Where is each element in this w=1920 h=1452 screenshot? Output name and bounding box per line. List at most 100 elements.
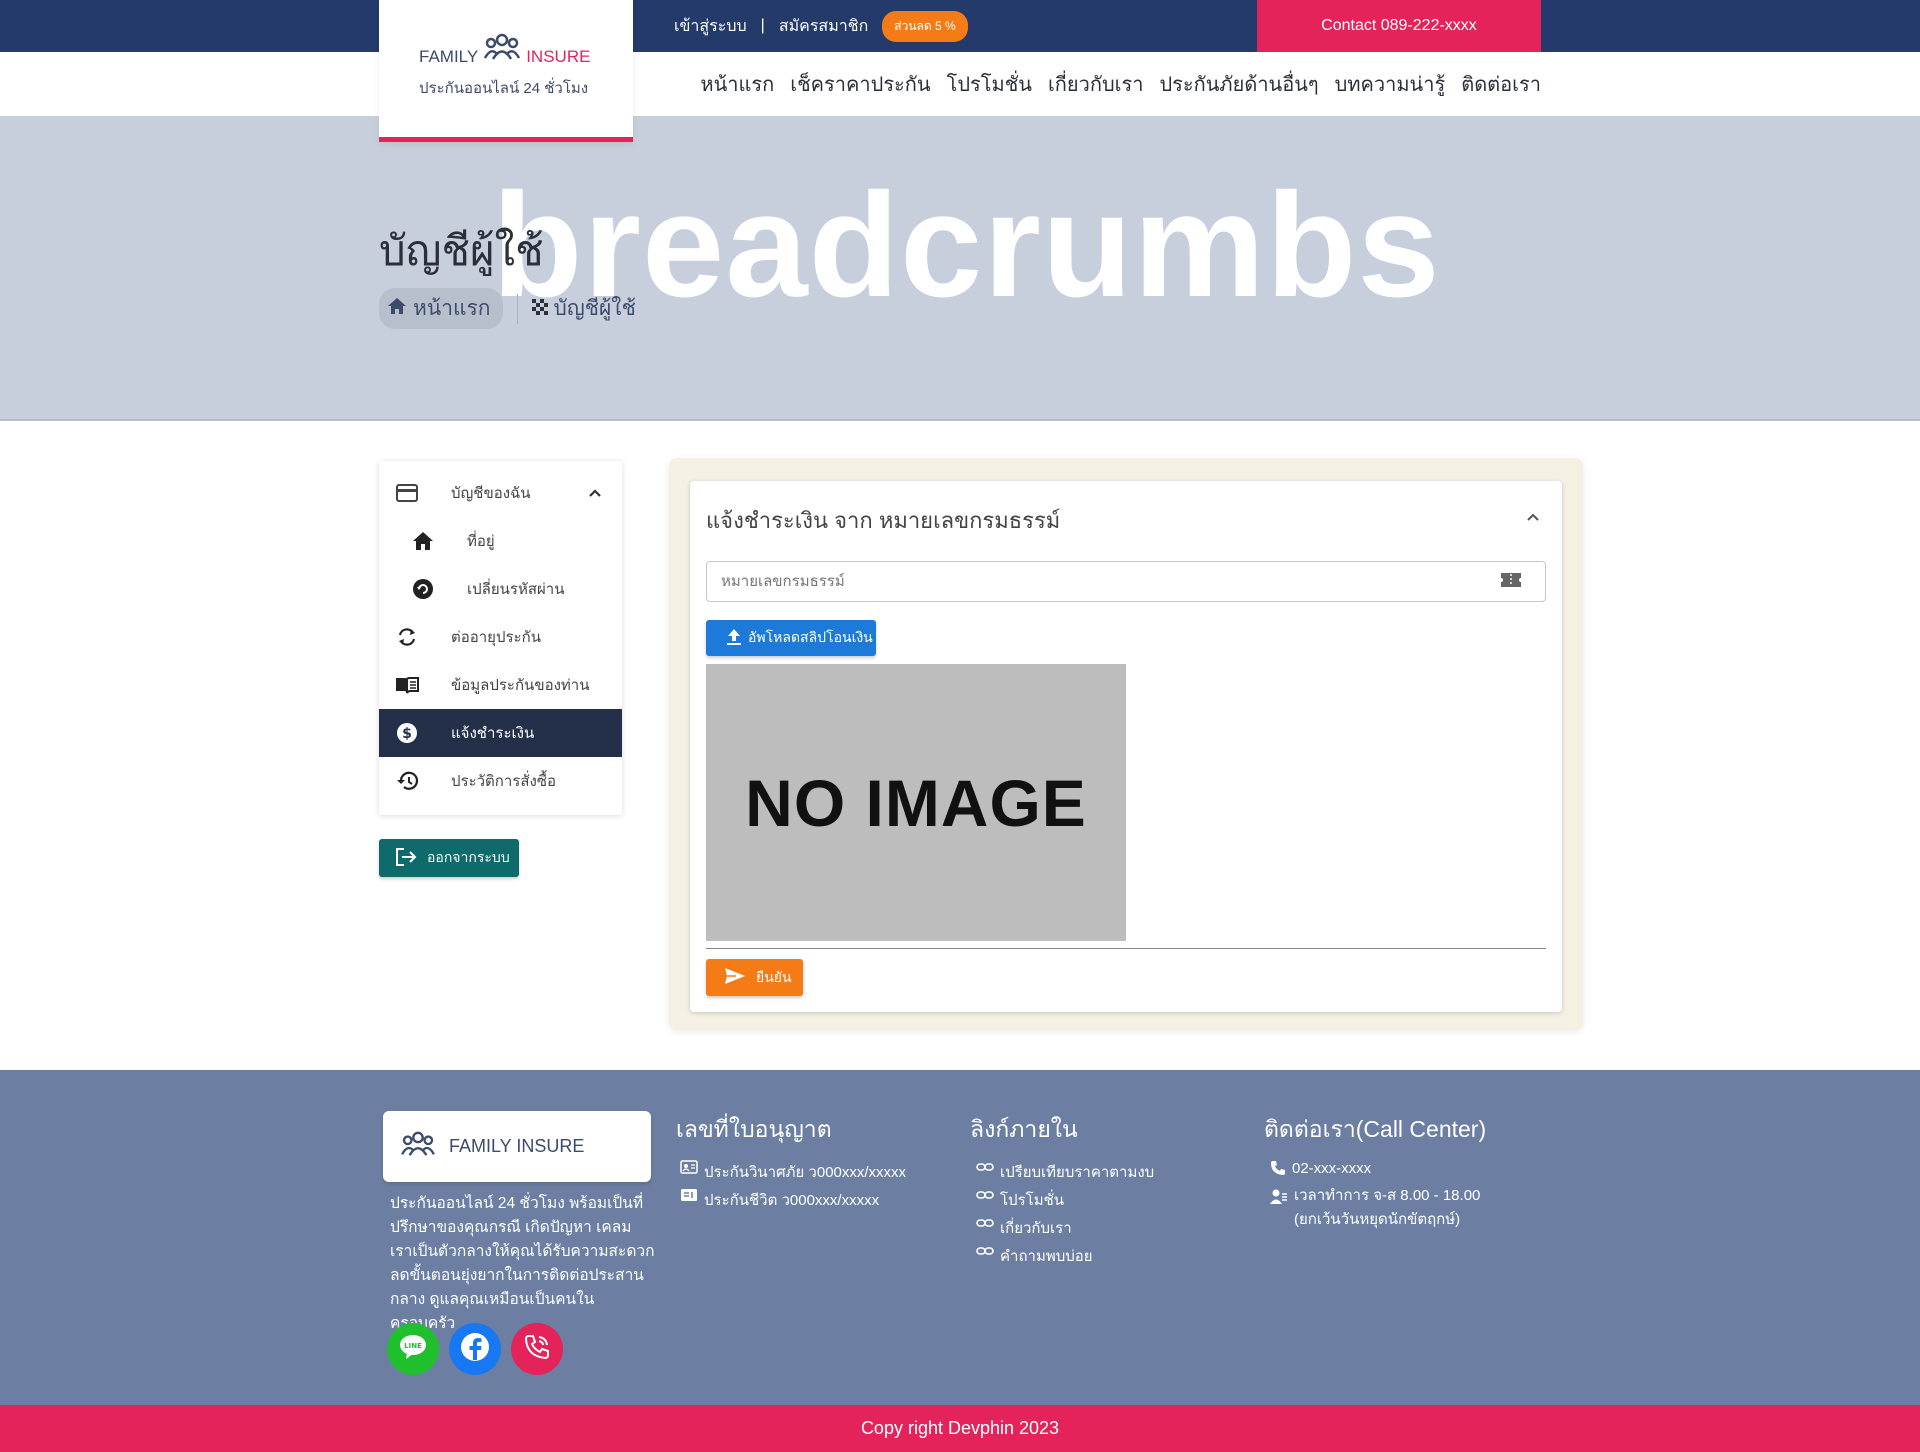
- links-list: เปรียบเทียบราคาตามงบ โปรโมชั่น เกี่ยวกับ…: [976, 1160, 1154, 1272]
- logout-label: ออกจากระบบ: [427, 849, 510, 865]
- link-icon: [976, 1216, 994, 1233]
- breadcrumb-home-label: หน้าแรก: [413, 297, 491, 320]
- list-item[interactable]: คำถามพบบ่อย: [976, 1244, 1154, 1272]
- sidebar-item-label: ที่อยู่: [467, 533, 495, 550]
- home-icon: [411, 529, 435, 553]
- list-item[interactable]: เปรียบเทียบราคาตามงบ: [976, 1160, 1154, 1188]
- line-icon: LINE: [398, 1333, 428, 1366]
- dollar-icon: $: [395, 721, 419, 745]
- nav-about[interactable]: เกี่ยวกับเรา: [1048, 68, 1144, 100]
- sidebar-item-label: แจ้งชำระเงิน: [451, 725, 535, 742]
- family-group-icon: [401, 1130, 435, 1163]
- license-title: เลขที่ใบอนุญาต: [676, 1116, 832, 1142]
- footer-link[interactable]: เกี่ยวกับเรา: [1000, 1216, 1072, 1240]
- register-link[interactable]: สมัครสมาชิก: [779, 14, 868, 39]
- list-item: ประกันวินาศภัย ว000xxx/xxxxx: [680, 1160, 906, 1188]
- sidebar-item-label: ต่ออายุประกัน: [451, 629, 541, 646]
- line-button[interactable]: LINE: [387, 1323, 439, 1375]
- upload-icon: [726, 628, 742, 649]
- panel-divider: [706, 948, 1546, 949]
- contact-phone: 02-xxx-xxxx: [1292, 1160, 1372, 1177]
- chevron-up-icon[interactable]: [1525, 510, 1541, 528]
- sidebar-item-payment[interactable]: $ แจ้งชำระเงิน: [379, 709, 622, 757]
- page-title: บัญชีผู้ใช้: [379, 227, 544, 274]
- sidebar-item-label: ประวัติการสั่งซื้อ: [451, 773, 557, 790]
- links-title: ลิงก์ภายใน: [970, 1116, 1078, 1142]
- ticket-icon: [1500, 571, 1522, 594]
- footer: [0, 1070, 1920, 1405]
- account-sidebar: บัญชีของฉัน ที่อยู่ เปลี่ยนรหัสผ่าน ต่ออ…: [379, 461, 622, 815]
- logout-button[interactable]: ออกจากระบบ: [379, 839, 519, 877]
- policy-number-input[interactable]: [706, 561, 1546, 602]
- facebook-button[interactable]: [449, 1323, 501, 1375]
- svg-text:LINE: LINE: [404, 1342, 422, 1350]
- nav-other-insurance[interactable]: ประกันภัยด้านอื่นๆ: [1159, 68, 1318, 100]
- contact-hours-line1: เวลาทำการ จ-ส 8.00 - 18.00: [1294, 1187, 1481, 1204]
- sidebar-item-renew[interactable]: ต่ออายุประกัน: [379, 613, 622, 661]
- chevron-up-icon[interactable]: [588, 485, 602, 502]
- upload-slip-button[interactable]: อัพโหลดสลิปโอนเงิน: [706, 620, 876, 656]
- checker-icon: [531, 297, 548, 321]
- sidebar-item-label: ข้อมูลประกันของท่าน: [451, 677, 590, 694]
- footer-link[interactable]: คำถามพบบ่อย: [1000, 1244, 1093, 1268]
- sidebar-item-my-account[interactable]: บัญชีของฉัน: [379, 469, 622, 517]
- breadcrumb-divider: [516, 293, 518, 324]
- facebook-icon: [460, 1332, 490, 1367]
- phone-icon: [1270, 1160, 1286, 1180]
- copyright-bar: Copy right Devphin 2023: [0, 1405, 1920, 1452]
- link-icon: [976, 1160, 994, 1177]
- discount-badge[interactable]: ส่วนลด 5 %: [882, 10, 968, 42]
- list-item[interactable]: เกี่ยวกับเรา: [976, 1216, 1154, 1244]
- refresh-icon: [395, 625, 419, 649]
- footer-logo[interactable]: FAMILY INSURE: [383, 1111, 651, 1182]
- contact-hours-line2: (ยกเว้นวันหยุดนักขัตฤกษ์): [1294, 1211, 1461, 1228]
- confirm-button[interactable]: ยืนยัน: [706, 959, 803, 996]
- link-icon: [976, 1244, 994, 1261]
- sidebar-item-change-password[interactable]: เปลี่ยนรหัสผ่าน: [379, 565, 622, 613]
- upload-label: อัพโหลดสลิปโอนเงิน: [748, 629, 873, 645]
- family-group-icon: [484, 32, 521, 67]
- sidebar-item-label: บัญชีของฉัน: [451, 485, 531, 502]
- logo-insure-text: INSURE: [526, 47, 591, 66]
- page-header: breadcrumbs บัญชีผู้ใช้ หน้าแรก บัญชีผู้…: [0, 116, 1920, 421]
- top-bar: เข้าสู่ระบบ | สมัครสมาชิก ส่วนลด 5 % Con…: [0, 0, 1920, 52]
- call-button[interactable]: [511, 1323, 563, 1375]
- link-icon: [976, 1188, 994, 1205]
- nav-home[interactable]: หน้าแรก: [700, 68, 774, 100]
- logo[interactable]: FAMILY INSURE ประกันออนไลน์ 24 ชั่วโมง: [379, 0, 633, 142]
- nav-contact[interactable]: ติดต่อเรา: [1461, 68, 1541, 100]
- contact-list: 02-xxx-xxxx เวลาทำการ จ-ส 8.00 - 18.00 (…: [1270, 1160, 1480, 1236]
- lock-reset-icon: [411, 577, 435, 601]
- list-item[interactable]: โปรโมชั่น: [976, 1188, 1154, 1216]
- footer-link[interactable]: เปรียบเทียบราคาตามงบ: [1000, 1160, 1154, 1184]
- footer-link[interactable]: โปรโมชั่น: [1000, 1188, 1064, 1212]
- license-list: ประกันวินาศภัย ว000xxx/xxxxx ประกันชีวิต…: [680, 1160, 906, 1216]
- slip-image-placeholder: NO IMAGE: [706, 664, 1126, 941]
- logo-subtitle: ประกันออนไลน์ 24 ชั่วโมง: [419, 80, 589, 97]
- nav-articles[interactable]: บทความน่ารู้: [1335, 68, 1446, 100]
- list-item: เวลาทำการ จ-ส 8.00 - 18.00 (ยกเว้นวันหยุ…: [1270, 1187, 1480, 1236]
- contact-button[interactable]: Contact 089-222-xxxx: [1257, 0, 1541, 52]
- send-icon: [724, 967, 746, 988]
- document-icon: [680, 1188, 698, 1206]
- id-card-icon: [680, 1160, 698, 1178]
- list-item: ประกันชีวิต ว000xxx/xxxxx: [680, 1188, 906, 1216]
- login-link[interactable]: เข้าสู่ระบบ: [674, 14, 747, 39]
- breadcrumb-home[interactable]: หน้าแรก: [379, 288, 503, 329]
- sidebar-item-order-history[interactable]: ประวัติการสั่งซื้อ: [379, 757, 622, 805]
- sidebar-item-label: เปลี่ยนรหัสผ่าน: [467, 581, 565, 598]
- breadcrumb: หน้าแรก บัญชีผู้ใช้: [379, 288, 636, 329]
- top-links: เข้าสู่ระบบ | สมัครสมาชิก ส่วนลด 5 %: [674, 10, 968, 42]
- nav-check-price[interactable]: เช็คราคาประกัน: [790, 68, 930, 100]
- phone-icon: [523, 1333, 551, 1366]
- contact-title: ติดต่อเรา(Call Center): [1264, 1116, 1487, 1142]
- license-item: ประกันวินาศภัย ว000xxx/xxxxx: [704, 1164, 907, 1181]
- payment-title: แจ้งชำระเงิน จาก หมายเลขกรมธรรม์: [706, 508, 1061, 533]
- footer-brand: FAMILY INSURE: [449, 1136, 585, 1156]
- history-icon: [395, 769, 419, 793]
- sidebar-item-my-insurance[interactable]: ข้อมูลประกันของท่าน: [379, 661, 622, 709]
- logo-title: FAMILY INSURE: [419, 32, 590, 67]
- contact-hours: เวลาทำการ จ-ส 8.00 - 18.00 (ยกเว้นวันหยุ…: [1294, 1184, 1480, 1232]
- sidebar-item-address[interactable]: ที่อยู่: [379, 517, 622, 565]
- nav-promotion[interactable]: โปรโมชั่น: [947, 68, 1032, 100]
